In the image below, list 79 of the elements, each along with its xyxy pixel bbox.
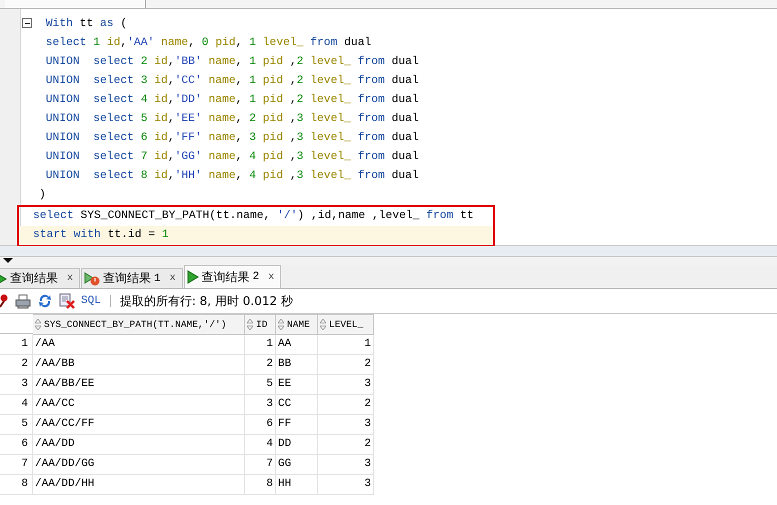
- refresh-icon[interactable]: [37, 293, 53, 309]
- column-title: ID: [256, 319, 268, 330]
- table-cell: 1: [245, 335, 276, 355]
- code-line: UNION select 2 id,'BB' name, 1 pid ,2 level_ from dual: [44, 54, 420, 70]
- table-cell: CC: [276, 395, 318, 415]
- sort-icon: [35, 319, 41, 330]
- sort-icon: [320, 319, 326, 330]
- column-title: NAME: [287, 319, 310, 330]
- table-cell: 3: [318, 415, 374, 435]
- close-icon[interactable]: x: [268, 272, 274, 282]
- table-cell: /AA: [33, 335, 245, 355]
- code-line: UNION select 8 id,'HH' name, 4 pid ,3 level_ from dual: [44, 168, 420, 184]
- close-icon[interactable]: x: [67, 273, 74, 284]
- column-header[interactable]: ID: [245, 314, 276, 335]
- collapse-icon[interactable]: [22, 18, 32, 28]
- table-cell: 4: [245, 435, 276, 455]
- result-tab[interactable]: 查询结果 1 x: [81, 268, 183, 288]
- sort-icon: [247, 319, 253, 330]
- row-number: 4: [0, 395, 33, 415]
- table-cell: 2: [318, 435, 374, 455]
- table-cell: /AA/BB: [33, 355, 245, 375]
- delete-document-icon[interactable]: [59, 293, 75, 309]
- row-number: 2: [0, 355, 33, 375]
- fetch-status: 提取的所有行: 8, 用时 0.012 秒: [120, 292, 293, 310]
- table-cell: DD: [276, 435, 318, 455]
- table-cell: 1: [318, 335, 374, 355]
- table-cell: 2: [318, 355, 374, 375]
- print-icon[interactable]: [15, 294, 31, 308]
- play-error-icon: [84, 272, 100, 286]
- code-line: UNION select 7 id,'GG' name, 4 pid ,3 level_ from dual: [44, 150, 420, 165]
- table-cell: 3: [318, 455, 374, 475]
- play-icon: [186, 270, 199, 284]
- sort-icon: [278, 319, 284, 330]
- table-cell: 3: [245, 395, 276, 415]
- close-icon[interactable]: x: [170, 273, 176, 284]
- table-cell: 3: [318, 475, 374, 495]
- result-tab[interactable]: 查询结果 2 x: [184, 265, 282, 288]
- column-title: SYS_CONNECT_BY_PATH(TT.NAME,'/'): [44, 319, 226, 330]
- table-cell: 2: [245, 355, 276, 375]
- table-cell: /AA/CC: [33, 395, 245, 415]
- code-line: With tt as (: [44, 16, 128, 32]
- table-cell: 2: [318, 395, 374, 415]
- table-cell: FF: [276, 415, 318, 435]
- code-line: UNION select 3 id,'CC' name, 1 pid ,2 level_ from dual: [44, 74, 420, 89]
- table-cell: BB: [276, 355, 318, 375]
- table-cell: GG: [276, 455, 318, 475]
- horizontal-scrollbar[interactable]: [0, 246, 777, 257]
- code-line: ): [38, 188, 47, 203]
- row-number: 6: [0, 435, 33, 455]
- column-title: LEVEL_: [329, 319, 364, 330]
- column-header[interactable]: LEVEL_: [318, 314, 374, 335]
- table-cell: 7: [245, 455, 276, 475]
- table-cell: HH: [276, 475, 318, 495]
- table-cell: AA: [276, 335, 318, 355]
- sql-link[interactable]: SQL: [81, 295, 101, 307]
- result-tab[interactable]: 查询结果 x: [0, 268, 80, 288]
- table-cell: EE: [276, 375, 318, 395]
- table-cell: /AA/BB/EE: [33, 375, 245, 395]
- table-cell: 3: [318, 375, 374, 395]
- code-line: UNION select 6 id,'FF' name, 3 pid ,3 level_ from dual: [44, 130, 420, 146]
- row-number: 3: [0, 375, 33, 395]
- code-line: UNION select 5 id,'EE' name, 2 pid ,3 level_ from dual: [44, 112, 420, 127]
- code-line: select SYS_CONNECT_BY_PATH(tt.name, '/') ,id,name ,level_ from tt: [32, 208, 475, 224]
- column-header[interactable]: NAME: [276, 314, 318, 335]
- table-cell: 5: [245, 375, 276, 395]
- pin-icon[interactable]: [0, 294, 9, 308]
- table-cell: /AA/DD/GG: [33, 455, 245, 475]
- table-cell: /AA/DD/HH: [33, 475, 245, 495]
- code-line: UNION select 4 id,'DD' name, 1 pid ,2 level_ from dual: [44, 92, 420, 108]
- table-cell: 8: [245, 475, 276, 495]
- code-line: select 1 id,'AA' name, 0 pid, 1 level_ from dual: [44, 36, 372, 51]
- row-number: 8: [0, 475, 33, 495]
- column-header[interactable]: SYS_CONNECT_BY_PATH(TT.NAME,'/'): [33, 314, 245, 335]
- table-cell: 6: [245, 415, 276, 435]
- table-cell: /AA/DD: [33, 435, 245, 455]
- row-number: 1: [0, 335, 33, 355]
- table-cell: /AA/CC/FF: [33, 415, 245, 435]
- row-number: 7: [0, 455, 33, 475]
- row-number: 5: [0, 415, 33, 435]
